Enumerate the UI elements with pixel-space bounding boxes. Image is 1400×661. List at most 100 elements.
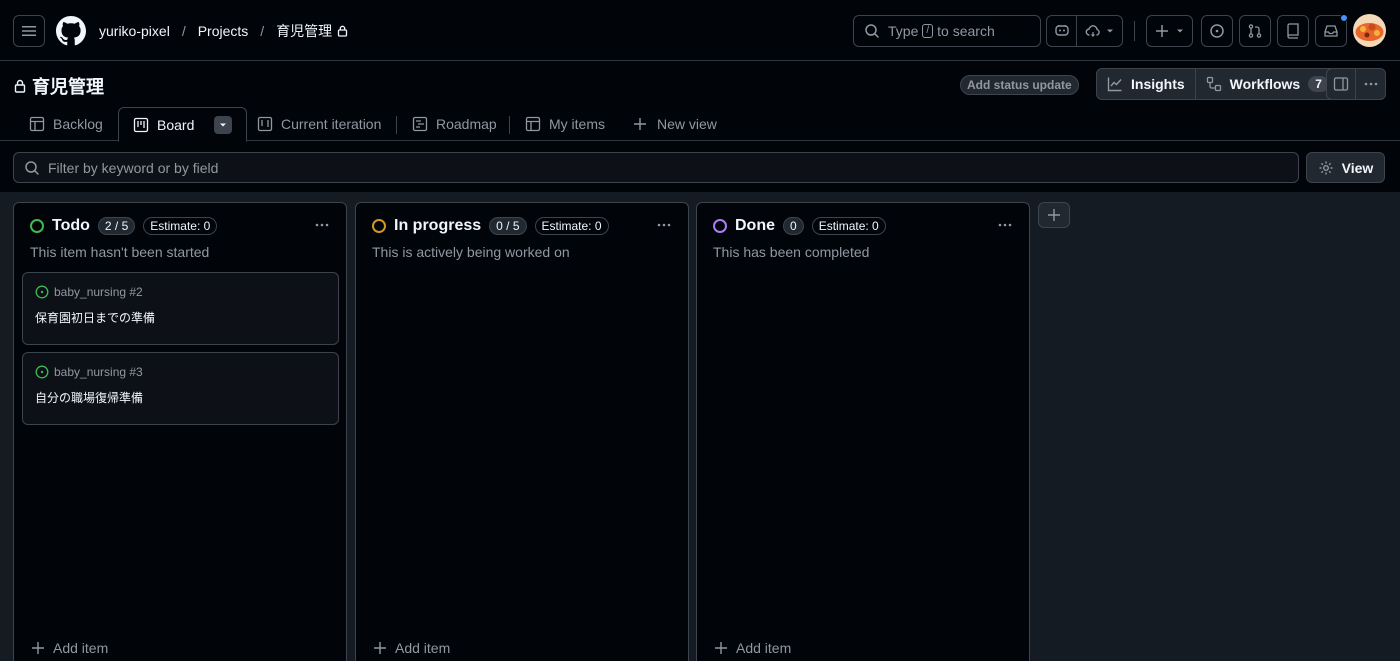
pull-requests-button[interactable] bbox=[1239, 15, 1271, 47]
card-title[interactable]: 自分の職場復帰準備 bbox=[35, 389, 143, 406]
lock-icon bbox=[337, 25, 348, 37]
column-name: Todo bbox=[52, 217, 90, 234]
add-item-button[interactable]: Add item bbox=[714, 640, 791, 656]
search-suffix: to search bbox=[937, 23, 995, 39]
column-description: This has been completed bbox=[713, 244, 870, 260]
copilot-icon bbox=[1054, 25, 1069, 36]
tab-my-items[interactable]: My items bbox=[525, 107, 605, 141]
search-icon bbox=[25, 160, 39, 175]
issue-open-icon bbox=[35, 285, 49, 299]
hamburger-icon bbox=[22, 26, 36, 36]
board-column-done: Done 0 Estimate: 0 This has been complet… bbox=[696, 202, 1030, 661]
tab-divider bbox=[396, 116, 397, 134]
pull-request-icon bbox=[1248, 24, 1262, 38]
plus-icon bbox=[1048, 209, 1060, 221]
workflow-icon bbox=[1206, 76, 1221, 92]
breadcrumb-separator: / bbox=[260, 23, 265, 39]
repositories-button[interactable] bbox=[1277, 15, 1309, 47]
column-menu-button[interactable] bbox=[656, 217, 672, 233]
column-name: Done bbox=[735, 217, 775, 234]
project-more-button[interactable] bbox=[1356, 69, 1385, 99]
status-circle-icon bbox=[30, 219, 44, 233]
add-status-update-button[interactable]: Add status update bbox=[960, 75, 1079, 95]
create-new-button[interactable] bbox=[1146, 15, 1193, 47]
tab-options-button[interactable] bbox=[214, 115, 233, 134]
plus-icon bbox=[715, 642, 727, 654]
tab-roadmap[interactable]: Roadmap bbox=[412, 107, 497, 141]
copilot-dropdown-button[interactable] bbox=[1077, 16, 1122, 46]
new-view-button[interactable]: New view bbox=[633, 107, 717, 141]
tab-label: New view bbox=[657, 116, 717, 132]
tab-label: My items bbox=[549, 116, 605, 132]
board-column-todo: Todo 2 / 5 Estimate: 0 This item hasn't … bbox=[13, 202, 347, 661]
column-header: Todo 2 / 5 Estimate: 0 bbox=[30, 217, 218, 235]
kebab-horizontal-icon bbox=[998, 223, 1012, 227]
view-tabs: Backlog Board Current iteration Roadmap … bbox=[0, 107, 1400, 142]
breadcrumb: yuriko-pixel / Projects / 育児管理 bbox=[99, 21, 348, 41]
copilot-button[interactable] bbox=[1047, 16, 1077, 46]
add-column-button[interactable] bbox=[1038, 202, 1070, 228]
tab-label: Roadmap bbox=[436, 116, 497, 132]
filter-input[interactable]: Filter by keyword or by field bbox=[13, 152, 1299, 183]
add-item-button[interactable]: Add item bbox=[31, 640, 108, 656]
issue-icon bbox=[1210, 24, 1224, 38]
tab-board[interactable]: Board bbox=[118, 107, 248, 142]
tab-label: Current iteration bbox=[281, 116, 382, 132]
status-circle-icon bbox=[372, 219, 386, 233]
column-estimate: Estimate: 0 bbox=[811, 217, 886, 235]
avatar-food-icon bbox=[1355, 23, 1384, 41]
column-count: 0 / 5 bbox=[489, 217, 527, 235]
avatar[interactable] bbox=[1353, 14, 1386, 47]
breadcrumb-projects[interactable]: Projects bbox=[198, 23, 249, 39]
menu-button[interactable] bbox=[13, 15, 45, 47]
board-column-in-progress: In progress 0 / 5 Estimate: 0 This is ac… bbox=[355, 202, 689, 661]
breadcrumb-project[interactable]: 育児管理 bbox=[276, 21, 332, 41]
breadcrumb-owner[interactable]: yuriko-pixel bbox=[99, 23, 170, 39]
add-item-label: Add item bbox=[395, 640, 451, 656]
insights-button[interactable]: Insights bbox=[1097, 69, 1195, 99]
project-title-text: 育児管理 bbox=[32, 77, 104, 97]
board-card[interactable]: baby_nursing #2 保育園初日までの準備 bbox=[22, 272, 339, 345]
project-title: 育児管理 bbox=[14, 73, 104, 99]
column-header: In progress 0 / 5 Estimate: 0 bbox=[372, 217, 609, 235]
inbox-icon bbox=[1324, 25, 1338, 37]
table-icon bbox=[29, 116, 45, 132]
column-menu-button[interactable] bbox=[997, 217, 1013, 233]
column-menu-button[interactable] bbox=[314, 217, 330, 233]
tab-current-iteration[interactable]: Current iteration bbox=[257, 107, 381, 141]
toggle-sidepanel-button[interactable] bbox=[1327, 69, 1356, 99]
issues-button[interactable] bbox=[1201, 15, 1233, 47]
column-description: This is actively being worked on bbox=[372, 244, 570, 260]
graph-icon bbox=[1107, 77, 1122, 92]
search-icon bbox=[864, 23, 880, 39]
notification-indicator bbox=[1340, 14, 1348, 22]
card-repo: baby_nursing #3 bbox=[35, 365, 143, 379]
table-icon bbox=[525, 116, 541, 132]
repo-icon bbox=[1287, 23, 1299, 39]
kebab-horizontal-icon bbox=[315, 223, 329, 227]
board-card[interactable]: baby_nursing #3 自分の職場復帰準備 bbox=[22, 352, 339, 425]
column-description: This item hasn't been started bbox=[30, 244, 210, 260]
kebab-horizontal-icon bbox=[1364, 82, 1377, 86]
card-title[interactable]: 保育園初日までの準備 bbox=[35, 309, 155, 326]
search-shortcut-key: / bbox=[922, 24, 934, 38]
search-prefix: Type bbox=[888, 23, 919, 39]
workflows-button[interactable]: Workflows 7 bbox=[1194, 69, 1339, 99]
tab-label: Board bbox=[157, 116, 195, 133]
tab-divider bbox=[509, 116, 510, 134]
board-icon bbox=[133, 117, 149, 132]
insights-label: Insights bbox=[1131, 76, 1185, 92]
plus-icon bbox=[32, 642, 44, 654]
column-estimate: Estimate: 0 bbox=[143, 217, 218, 235]
github-logo-icon[interactable] bbox=[56, 16, 86, 46]
cloud-icon bbox=[1085, 25, 1100, 37]
add-item-button[interactable]: Add item bbox=[373, 640, 450, 656]
search-input[interactable]: Type / to search bbox=[853, 15, 1041, 47]
panel-actions bbox=[1326, 68, 1386, 100]
chevron-down-icon bbox=[1176, 29, 1183, 33]
triangle-down-icon bbox=[220, 123, 227, 126]
plus-icon bbox=[1155, 25, 1168, 37]
tab-backlog[interactable]: Backlog bbox=[29, 107, 103, 141]
view-options-button[interactable]: View bbox=[1306, 152, 1385, 183]
workflows-label: Workflows bbox=[1229, 76, 1301, 92]
